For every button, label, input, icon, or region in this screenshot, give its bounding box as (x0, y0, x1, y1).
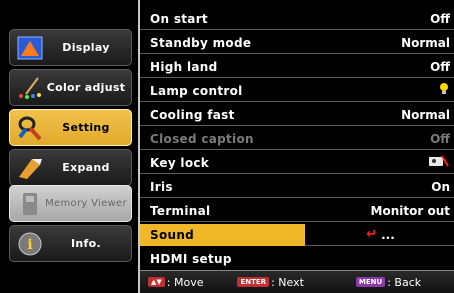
menu-hint: MENU : Back (355, 275, 422, 289)
menu-row-value: On (431, 179, 450, 194)
menu-row-value: Normal (401, 35, 450, 50)
menu-row-standby-mode[interactable]: Standby mode Normal (140, 32, 454, 54)
menu-row-high-land[interactable]: High land Off (140, 56, 454, 78)
menu-hint-label: : Back (387, 275, 422, 289)
sidebar-item-label: Expand (62, 161, 110, 174)
sidebar-item-info[interactable]: i Info. (9, 225, 132, 262)
sidebar-item-label: Color adjust (46, 81, 126, 94)
menu-row-label: Iris (150, 179, 173, 194)
move-hint: ▲▼ : Move (148, 276, 203, 289)
sidebar-item-label: Setting (62, 121, 110, 134)
menu-row-label: High land (150, 59, 218, 74)
menu-row-value: Off (430, 11, 450, 26)
menu-row-on-start[interactable]: On start Off (140, 8, 454, 30)
menu-row-label: Terminal (150, 203, 211, 218)
enter-arrow-icon: ↵ (366, 227, 378, 242)
sidebar-item-display[interactable]: Display (9, 29, 132, 66)
display-icon (15, 33, 45, 63)
menu-row-label: Standby mode (150, 35, 252, 50)
info-icon: i (15, 229, 45, 259)
move-hint-label: : Move (166, 275, 204, 289)
sidebar-item-label: Memory Viewer (45, 197, 127, 209)
menu-row-closed-caption: Closed caption Off (140, 128, 454, 150)
setting-icon (15, 113, 45, 143)
sidebar-item-expand[interactable]: Expand (9, 149, 132, 186)
memory-viewer-icon (15, 189, 45, 219)
menu-row-value: Off (430, 59, 450, 74)
menu-row-label: Closed caption (150, 131, 254, 146)
menu-row-iris[interactable]: Iris On (140, 176, 454, 198)
footer-hint-bar: ▲▼ : Move ENTER : Next MENU : Back (138, 270, 454, 293)
menu-row-value: Normal (401, 107, 450, 122)
menu-row-value: ... (381, 227, 395, 242)
menu-row-label: Cooling fast (150, 107, 235, 122)
enter-key-icon: ENTER (237, 277, 270, 287)
sidebar-item-label: Display (62, 41, 110, 54)
menu-row-label: Lamp control (150, 83, 243, 98)
sidebar: Display Color adjust Setting Expand Memo… (0, 0, 138, 293)
menu-row-key-lock[interactable]: Key lock (140, 152, 454, 174)
sidebar-item-memory-viewer: Memory Viewer (9, 185, 132, 222)
svg-text:i: i (27, 237, 32, 253)
menu-row-label: On start (150, 11, 208, 26)
menu-row-value-area: ↵ ... (305, 227, 454, 242)
menu-row-sound[interactable]: Sound ↵ ... (140, 223, 454, 246)
key-lock-icon (428, 154, 454, 171)
menu-row-label: Sound (140, 223, 305, 246)
menu-row-value: Off (430, 131, 450, 146)
menu-row-hdmi-setup[interactable]: HDMI setup (140, 248, 454, 270)
menu-key-icon: MENU (355, 277, 386, 287)
menu-row-lamp-control[interactable]: Lamp control (140, 80, 454, 102)
sidebar-item-color-adjust[interactable]: Color adjust (9, 69, 132, 106)
menu-row-label: Key lock (150, 155, 210, 170)
sidebar-item-label: Info. (71, 237, 101, 250)
enter-hint: ENTER : Next (237, 275, 304, 289)
menu-row-label: HDMI setup (150, 252, 232, 266)
menu-row-terminal[interactable]: Terminal Monitor out (140, 200, 454, 222)
sidebar-item-setting[interactable]: Setting (9, 109, 132, 146)
setting-menu: On start Off Standby mode Normal High la… (138, 0, 454, 270)
bulb-icon (438, 82, 454, 99)
expand-icon (15, 153, 45, 183)
move-key-icon: ▲▼ (148, 277, 165, 287)
menu-row-cooling-fast[interactable]: Cooling fast Normal (140, 104, 454, 126)
color-adjust-icon (15, 73, 45, 103)
enter-hint-label: : Next (271, 275, 304, 289)
menu-row-value: Monitor out (370, 203, 450, 218)
